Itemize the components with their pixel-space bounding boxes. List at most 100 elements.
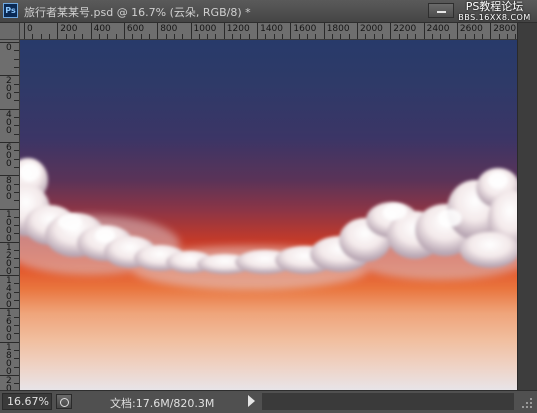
h-ruler-minor-tick	[348, 34, 350, 39]
zoom-level-field[interactable]: 16.67%	[2, 393, 52, 410]
v-ruler-minor-tick	[14, 258, 19, 260]
h-ruler-minor-tick	[473, 34, 475, 39]
h-ruler-label: 1200	[226, 24, 250, 34]
h-ruler-minor-tick	[406, 34, 408, 39]
h-ruler-major-tick	[257, 23, 259, 39]
h-ruler-minor-tick	[198, 34, 200, 39]
v-ruler-minor-tick	[14, 233, 19, 235]
h-ruler-label: 1400	[260, 24, 283, 34]
h-ruler-major-tick	[57, 23, 59, 39]
v-ruler-minor-tick	[14, 291, 19, 293]
h-ruler-minor-tick	[107, 34, 109, 39]
status-info-icon[interactable]	[56, 394, 72, 409]
h-ruler-minor-tick	[115, 34, 117, 39]
vertical-ruler[interactable]: 0200400600800100012001400160018002000	[0, 40, 20, 390]
h-ruler-minor-tick	[207, 34, 209, 39]
h-ruler-label: 2000	[360, 24, 383, 34]
h-ruler-minor-tick	[48, 34, 50, 39]
resize-grip-icon[interactable]	[518, 394, 534, 410]
h-ruler-major-tick	[157, 23, 159, 39]
h-ruler-minor-tick	[440, 34, 442, 39]
h-ruler-label: 1800	[326, 24, 350, 34]
h-ruler-label: 1000	[193, 24, 217, 34]
h-ruler-major-tick	[90, 23, 92, 39]
v-ruler-minor-tick	[14, 333, 19, 335]
h-ruler-minor-tick	[481, 34, 483, 39]
ps-logo-icon: Ps	[3, 3, 18, 18]
v-ruler-minor-tick	[14, 316, 19, 318]
document-tab-title[interactable]: 旅行者某某号.psd @ 16.7% (云朵, RGB/8) *	[24, 4, 251, 20]
v-ruler-minor-tick	[14, 216, 19, 218]
h-ruler-major-tick	[423, 23, 425, 39]
ruler-origin[interactable]	[0, 23, 20, 40]
h-ruler-label: 2800	[493, 24, 517, 34]
h-ruler-minor-tick	[240, 34, 242, 39]
v-ruler-minor-tick	[14, 166, 19, 168]
h-ruler-major-tick	[24, 23, 25, 39]
h-ruler-label: 2200	[393, 24, 417, 34]
watermark: PS教程论坛 BBS.16XX8.COM	[452, 1, 537, 23]
watermark-text: PS教程论坛	[465, 0, 524, 13]
h-ruler-minor-tick	[32, 34, 34, 39]
h-ruler-minor-tick	[215, 34, 217, 39]
vertical-scrollbar[interactable]	[517, 23, 537, 390]
h-ruler-minor-tick	[431, 34, 433, 39]
v-ruler-digit: 0	[6, 92, 12, 103]
document-canvas[interactable]	[20, 40, 517, 390]
v-ruler-digit: 0	[6, 192, 12, 203]
v-ruler-minor-tick	[14, 283, 19, 285]
h-ruler-minor-tick	[315, 34, 317, 39]
h-ruler-label: 1600	[293, 24, 317, 34]
document-size-info: 文档:17.6M/820.3M	[110, 397, 215, 410]
h-ruler-minor-tick	[332, 34, 334, 39]
v-ruler-minor-tick	[14, 133, 19, 135]
h-ruler-minor-tick	[132, 34, 134, 39]
h-ruler-minor-tick	[498, 34, 500, 39]
v-ruler-minor-tick	[14, 350, 19, 352]
v-ruler-minor-tick	[14, 250, 19, 252]
horizontal-scrollbar[interactable]	[262, 393, 514, 410]
horizontal-ruler[interactable]: 0 200 400 600 800 1000 1200 1400 1600 1800 2000 220…	[20, 23, 517, 40]
document-title-bar[interactable]: Ps 旅行者某某号.psd @ 16.7% (云朵, RGB/8) * PS教程…	[0, 0, 537, 23]
h-ruler-minor-tick	[173, 34, 175, 39]
h-ruler-major-tick	[290, 23, 292, 39]
h-ruler-minor-tick	[140, 34, 142, 39]
h-ruler-minor-tick	[298, 34, 300, 39]
v-ruler-minor-tick	[14, 150, 19, 152]
h-ruler-minor-tick	[232, 34, 234, 39]
h-ruler-minor-tick	[365, 34, 367, 39]
v-ruler-minor-tick	[14, 366, 19, 368]
h-ruler-label: 400	[93, 24, 111, 34]
h-ruler-minor-tick	[148, 34, 150, 39]
v-ruler-minor-tick	[14, 358, 19, 360]
h-ruler-minor-tick	[448, 34, 450, 39]
h-ruler-minor-tick	[82, 34, 84, 39]
v-ruler-minor-tick	[14, 100, 19, 102]
h-ruler-minor-tick	[465, 34, 467, 39]
h-ruler-major-tick	[456, 23, 458, 39]
v-ruler-minor-tick	[14, 116, 19, 118]
cloud-layer	[20, 158, 517, 290]
h-ruler-minor-tick	[273, 34, 275, 39]
h-ruler-minor-tick	[415, 34, 417, 39]
h-ruler-major-tick	[490, 23, 492, 39]
v-ruler-minor-tick	[14, 225, 19, 227]
h-ruler-minor-tick	[165, 34, 167, 39]
status-bar: 16.67% 文档:17.6M/820.3M	[0, 390, 537, 413]
v-ruler-digit: 0	[6, 125, 12, 136]
h-ruler-minor-tick	[373, 34, 375, 39]
h-ruler-major-tick	[123, 23, 125, 39]
v-ruler-minor-tick	[14, 200, 19, 202]
minimize-button[interactable]	[428, 3, 454, 18]
h-ruler-minor-tick	[182, 34, 184, 39]
expand-arrow-icon[interactable]	[248, 395, 255, 407]
h-ruler-minor-tick	[398, 34, 400, 39]
v-ruler-minor-tick	[14, 125, 19, 127]
h-ruler-minor-tick	[73, 34, 75, 39]
v-ruler-minor-tick	[14, 83, 19, 85]
h-ruler-minor-tick	[307, 34, 309, 39]
v-ruler-minor-tick	[14, 183, 19, 185]
v-ruler-minor-tick	[14, 300, 19, 302]
h-ruler-minor-tick	[506, 34, 508, 39]
h-ruler-minor-tick	[265, 34, 267, 39]
